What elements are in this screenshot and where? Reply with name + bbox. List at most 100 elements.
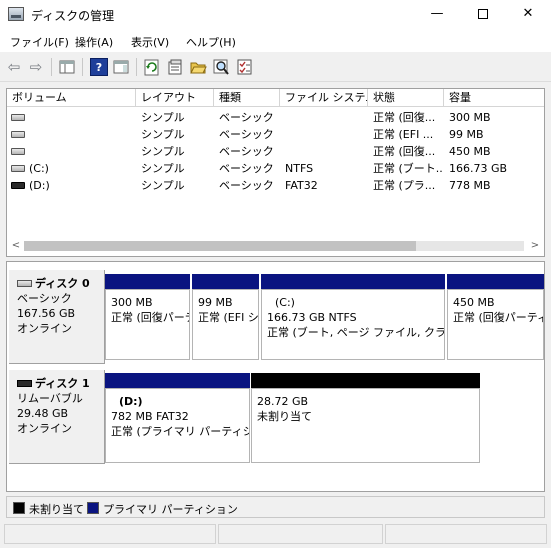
disk-layout-pane[interactable]: ディスク 0 ベーシック 167.56 GB オンライン 300 MB 正常 (… [6, 261, 545, 492]
partition-status: 正常 (ブート, ページ ファイル, クラッシュ ダンプ, ベーシック データ … [267, 326, 445, 339]
partition-disk0-recovery-1[interactable]: 300 MB 正常 (回復パーティション) [105, 274, 190, 360]
disk-0-name-row: ディスク 0 [17, 276, 104, 291]
partition-disk1-d[interactable]: (D:) 782 MB FAT32 正常 (プライマリ パーティション) [105, 373, 250, 463]
column-header-filesystem[interactable]: ファイル システム [280, 89, 368, 107]
table-row[interactable]: シンプル ベーシック 正常 (回復... 450 MB [7, 143, 544, 160]
type-cell: ベーシック [219, 162, 274, 175]
partition-size: 166.73 GB NTFS [267, 311, 357, 324]
close-button[interactable]: ✕ [505, 0, 551, 30]
partition-header-bar [251, 373, 480, 388]
partition-status: 正常 (EFI システム パーティション) [198, 311, 259, 324]
status-cell: 正常 (プラ... [373, 179, 436, 192]
maximize-button[interactable] [460, 0, 506, 30]
status-bar [0, 520, 551, 548]
layout-cell: シンプル [141, 162, 185, 175]
partition-label: (C:) [275, 296, 295, 309]
menu-view[interactable]: 表示(V) [131, 34, 169, 50]
removable-drive-icon [11, 182, 25, 189]
legend-swatch-primary [87, 502, 99, 514]
menu-action[interactable]: 操作(A) [75, 34, 113, 50]
menu-file[interactable]: ファイル(F) [10, 34, 69, 50]
filesystem-cell [285, 143, 367, 160]
disk-1-state: オンライン [17, 422, 72, 435]
volume-list[interactable]: ボリューム レイアウト 種類 ファイル システム 状態 容量 シンプル ベーシッ… [6, 88, 545, 257]
legend-swatch-unallocated [13, 502, 25, 514]
volume-cell: (C:) [29, 162, 49, 175]
disk-0-info[interactable]: ディスク 0 ベーシック 167.56 GB オンライン [9, 270, 105, 364]
settings-button[interactable] [236, 58, 254, 76]
layout-cell: シンプル [141, 128, 185, 141]
back-button[interactable]: ⇦ [5, 58, 23, 76]
column-header-type[interactable]: 種類 [214, 89, 280, 107]
menu-help[interactable]: ヘルプ(H) [186, 34, 236, 50]
status-segment [4, 524, 216, 544]
partition-disk1-unallocated[interactable]: 28.72 GB 未割り当て [251, 373, 480, 463]
scrollbar-thumb[interactable] [24, 241, 416, 251]
action-pane-icon [113, 60, 129, 74]
column-header-status[interactable]: 状態 [368, 89, 444, 107]
column-header-capacity[interactable]: 容量 [444, 89, 544, 107]
type-cell: ベーシック [219, 111, 274, 124]
drive-icon [11, 148, 25, 155]
legend: 未割り当て プライマリ パーティション [6, 496, 545, 518]
volume-list-header: ボリューム レイアウト 種類 ファイル システム 状態 容量 [7, 89, 544, 107]
partition-body: 28.72 GB 未割り当て [251, 388, 480, 463]
disk-1-kind: リムーバブル [17, 392, 83, 405]
status-segment [385, 524, 547, 544]
show-hide-console-tree-button[interactable] [58, 58, 76, 76]
disk-0-name: ディスク 0 [35, 277, 90, 290]
toolbar-separator [82, 58, 83, 76]
layout-cell: シンプル [141, 179, 185, 192]
partition-size: 28.72 GB [257, 395, 309, 408]
open-button[interactable] [189, 58, 207, 76]
help-button[interactable]: ? [90, 58, 108, 76]
column-header-volume[interactable]: ボリューム [7, 89, 136, 107]
table-row[interactable]: シンプル ベーシック 正常 (回復... 300 MB [7, 109, 544, 126]
toolbar: ⇦ ⇨ ? [0, 52, 551, 82]
table-row[interactable]: シンプル ベーシック 正常 (EFI ... 99 MB [7, 126, 544, 143]
column-header-layout[interactable]: レイアウト [136, 89, 214, 107]
partition-body: 99 MB 正常 (EFI システム パーティション) [192, 289, 259, 360]
volume-cell: (D:) [29, 179, 50, 192]
type-cell: ベーシック [219, 128, 274, 141]
title-bar: ディスクの管理 — ✕ [0, 0, 551, 30]
scroll-right-button[interactable]: > [527, 237, 543, 254]
partition-disk0-efi[interactable]: 99 MB 正常 (EFI システム パーティション) [192, 274, 259, 360]
disk-management-icon [8, 7, 24, 21]
forward-button[interactable]: ⇨ [27, 58, 45, 76]
disk-1-name: ディスク 1 [35, 377, 90, 390]
properties-button[interactable] [166, 58, 184, 76]
checklist-icon [237, 59, 252, 75]
toolbar-separator [136, 58, 137, 76]
removable-disk-icon [17, 380, 32, 387]
type-cell: ベーシック [219, 179, 274, 192]
refresh-button[interactable] [143, 58, 161, 76]
scroll-left-button[interactable]: < [8, 237, 24, 254]
partition-size: 782 MB FAT32 [111, 410, 189, 423]
volume-cell [29, 109, 129, 126]
status-cell: 正常 (ブート... [373, 162, 443, 175]
partition-header-bar [105, 373, 250, 388]
disk-1-info[interactable]: ディスク 1 リムーバブル 29.48 GB オンライン [9, 370, 105, 464]
partition-size: 99 MB [198, 296, 233, 309]
disk-0-kind: ベーシック [17, 292, 72, 305]
partition-disk0-c[interactable]: (C:) 166.73 GB NTFS 正常 (ブート, ページ ファイル, ク… [261, 274, 445, 360]
partition-status: 未割り当て [257, 410, 312, 423]
disk-0-state: オンライン [17, 322, 72, 335]
disk-1-size: 29.48 GB [17, 407, 69, 420]
partition-status: 正常 (回復パーティション) [111, 311, 189, 324]
console-tree-icon [59, 60, 75, 74]
filesystem-cell: NTFS [285, 162, 314, 175]
partition-disk0-recovery-2[interactable]: 450 MB 正常 (回復パーティション) [447, 274, 544, 360]
explore-button[interactable] [212, 58, 230, 76]
partition-header-bar [192, 274, 259, 289]
capacity-cell: 99 MB [449, 128, 484, 141]
minimize-button[interactable]: — [414, 0, 460, 30]
filesystem-cell [285, 126, 367, 143]
folder-icon [190, 62, 207, 74]
table-row[interactable]: (C:) シンプル ベーシック NTFS 正常 (ブート... 166.73 G… [7, 160, 544, 177]
show-action-pane-button[interactable] [112, 58, 130, 76]
horizontal-scrollbar[interactable]: < > [6, 237, 545, 254]
table-row[interactable]: (D:) シンプル ベーシック FAT32 正常 (プラ... 778 MB [7, 177, 544, 194]
legend-label-primary: プライマリ パーティション [103, 503, 238, 516]
